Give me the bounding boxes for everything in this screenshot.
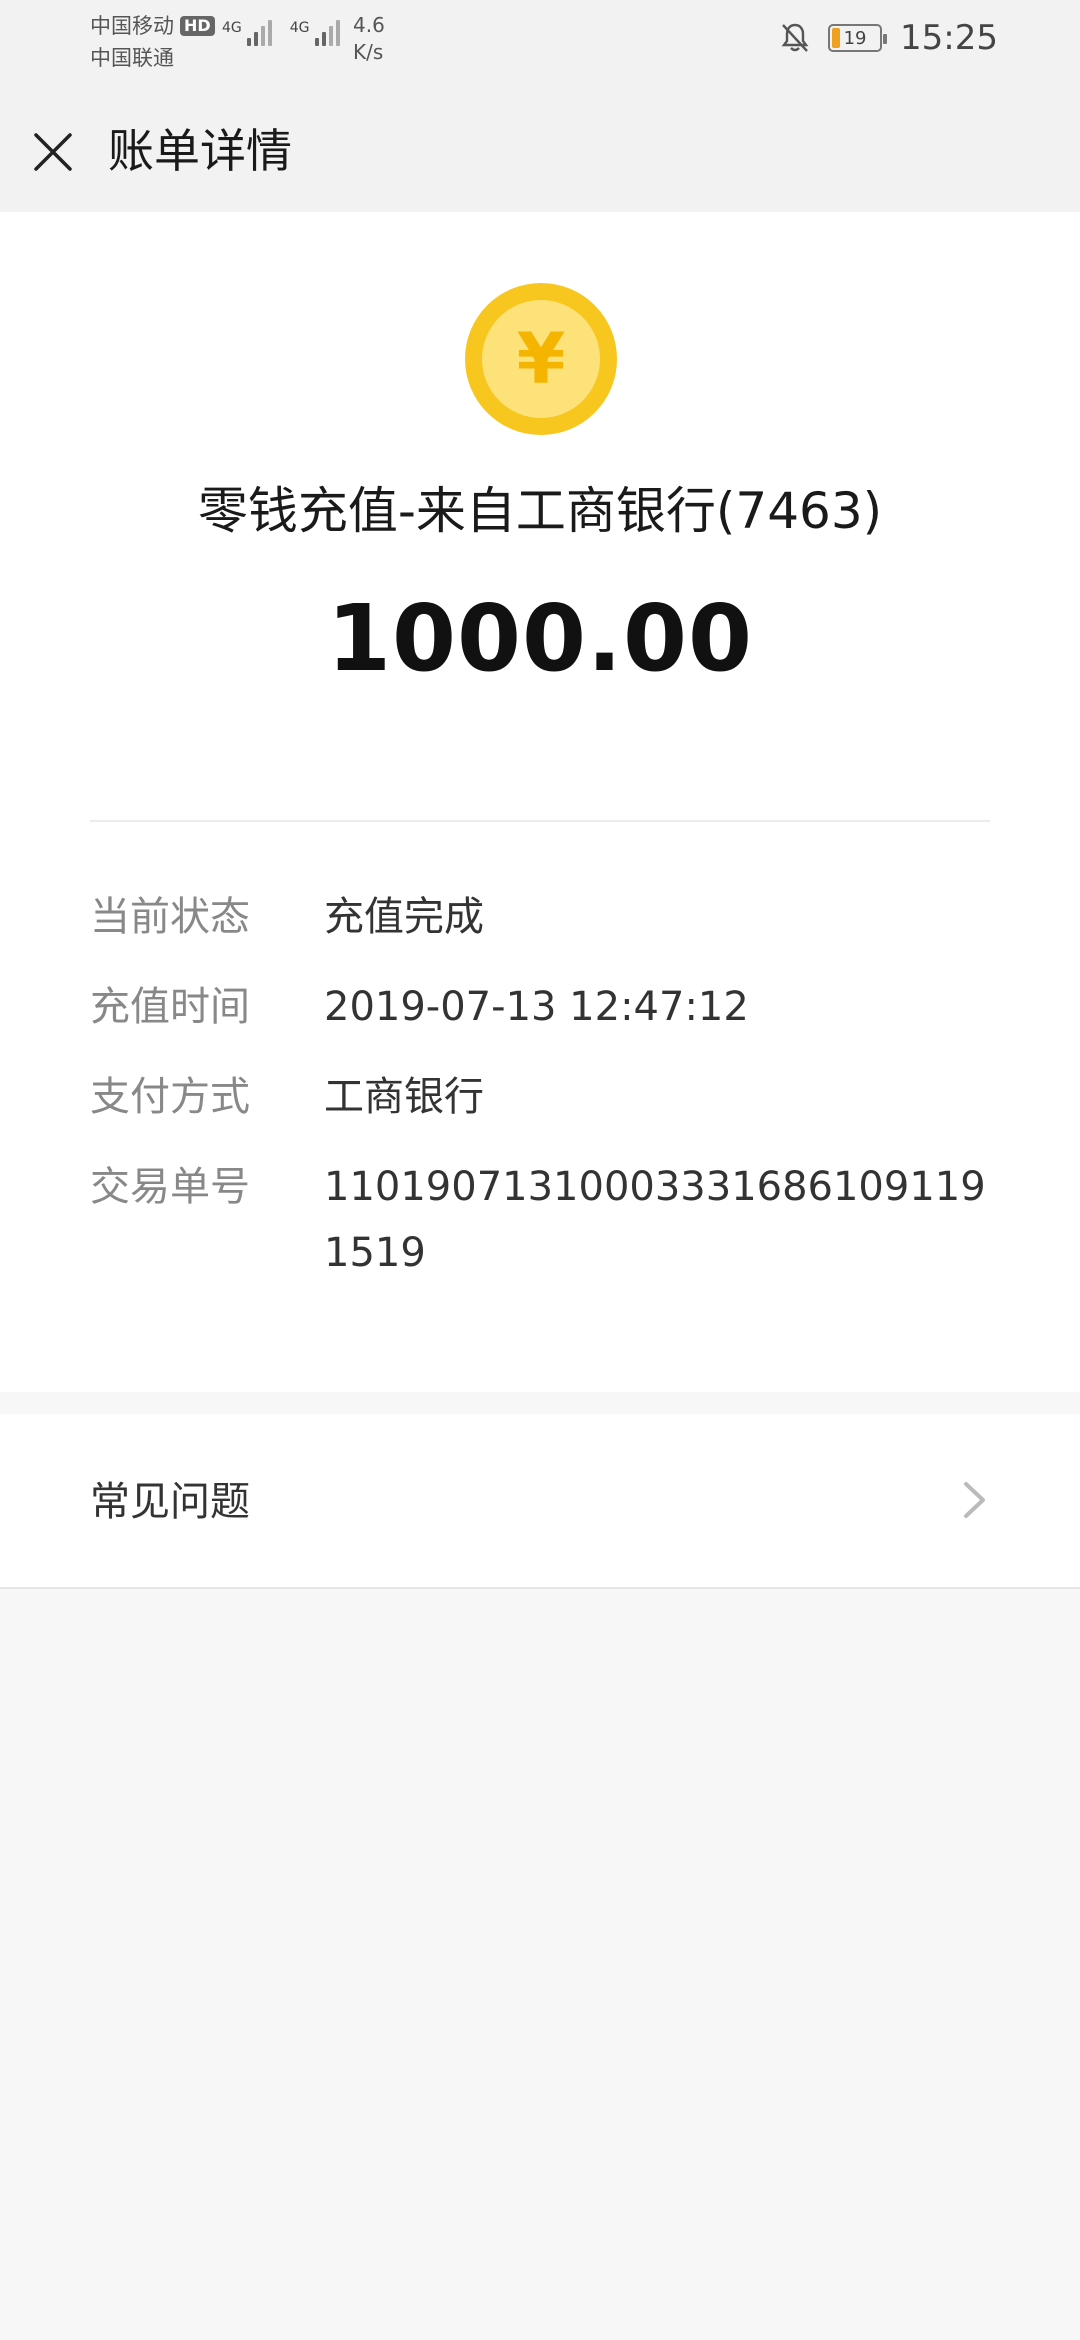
detail-label: 支付方式: [90, 1074, 250, 1120]
hd-badge: HD: [180, 16, 215, 36]
detail-row-payment-method: 支付方式 工商银行: [90, 1064, 1000, 1130]
detail-list: 当前状态 充值完成 充值时间 2019-07-13 12:47:12 支付方式 …: [90, 884, 1000, 1310]
close-button[interactable]: [22, 121, 84, 183]
bill-detail-card: ¥ 零钱充值-来自工商银行(7463) 1000.00 当前状态 充值完成 充值…: [0, 212, 1080, 1392]
battery-level: 19: [843, 27, 867, 49]
network-type-1: 4G: [222, 20, 242, 36]
carrier-1: 中国移动: [90, 14, 174, 38]
bell-off-icon: [780, 22, 810, 54]
detail-row-status: 当前状态 充值完成: [90, 884, 1000, 950]
detail-value: 充值完成: [324, 894, 484, 940]
detail-label: 充值时间: [90, 984, 250, 1030]
speed-value: 4.6: [353, 13, 385, 37]
battery-icon: 19: [828, 24, 888, 52]
divider: [90, 820, 990, 822]
close-icon: [34, 133, 72, 171]
detail-row-time: 充值时间 2019-07-13 12:47:12: [90, 974, 1000, 1040]
page-title: 账单详情: [108, 124, 292, 178]
signal-icon: 4G: [222, 20, 272, 46]
faq-row[interactable]: 常见问题: [0, 1414, 1080, 1589]
signal-icons: 4G 4G: [222, 20, 340, 46]
transaction-id[interactable]: 110190713100033316861091191519: [324, 1154, 1000, 1286]
carrier-2: 中国联通: [90, 46, 174, 70]
clock: 15:25: [900, 18, 998, 58]
detail-value: 2019-07-13 12:47:12: [324, 984, 749, 1030]
transaction-title: 零钱充值-来自工商银行(7463): [197, 482, 883, 540]
speed-unit: K/s: [353, 40, 384, 64]
detail-value: 工商银行: [324, 1074, 484, 1120]
detail-label: 交易单号: [90, 1164, 250, 1210]
carrier-info: 中国移动 HD 中国联通: [90, 10, 215, 74]
yuan-coin-icon: ¥: [465, 283, 617, 435]
network-speed: 4.6 K/s: [353, 12, 385, 66]
detail-row-transaction-id: 交易单号 110190713100033316861091191519: [90, 1154, 1000, 1286]
detail-label: 当前状态: [90, 894, 250, 940]
status-bar: 中国移动 HD 中国联通 4G 4G 4.6 K/s 19 15:25: [0, 0, 1080, 85]
transaction-amount: 1000.00: [326, 585, 754, 692]
header: 账单详情: [0, 85, 1080, 212]
chevron-right-icon: [964, 1482, 985, 1518]
faq-label: 常见问题: [90, 1479, 250, 1525]
coin-symbol: ¥: [482, 300, 600, 418]
signal-icon: 4G: [290, 20, 340, 46]
network-type-2: 4G: [289, 20, 310, 36]
